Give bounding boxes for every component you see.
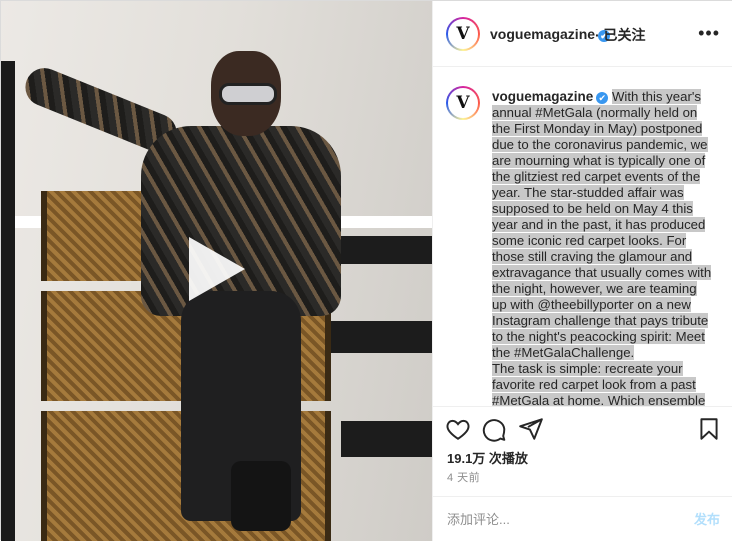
post-header: V voguemagazine ✔ · 已关注 ••• (433, 1, 732, 67)
follow-status[interactable]: · 已关注 (595, 25, 646, 45)
post-timestamp[interactable]: 4 天前 (447, 469, 480, 485)
caption-text: voguemagazine ✔ With this year's annual #… (492, 89, 712, 406)
post-dialog: V voguemagazine ✔ · 已关注 ••• V voguemagazi… (0, 0, 732, 541)
avatar-logo: V (456, 93, 470, 113)
action-bar: 19.1万 次播放 4 天前 (433, 406, 732, 496)
caption-username[interactable]: voguemagazine (492, 89, 593, 104)
stair-tread (331, 321, 432, 353)
share-icon[interactable] (518, 416, 544, 442)
view-count[interactable]: 19.1万 次播放 (447, 448, 528, 467)
post-comment-button[interactable]: 发布 (694, 509, 720, 528)
stair-tread (341, 421, 432, 457)
avatar-logo: V (456, 24, 470, 44)
post-sidebar: V voguemagazine ✔ · 已关注 ••• V voguemagazi… (432, 1, 732, 541)
caption-body: With this year's annual #MetGala (normal… (492, 89, 712, 360)
avatar[interactable]: V (446, 17, 480, 51)
stair-tread (331, 236, 432, 264)
person-boot (231, 461, 291, 531)
heart-icon[interactable] (445, 416, 471, 442)
username-text: voguemagazine (490, 26, 596, 42)
caption-avatar[interactable]: V (446, 86, 480, 120)
username-link[interactable]: voguemagazine ✔ (490, 26, 611, 42)
post-video[interactable] (1, 1, 432, 541)
more-options-icon[interactable]: ••• (698, 23, 720, 44)
play-icon[interactable] (189, 237, 245, 301)
bookmark-icon[interactable] (696, 416, 722, 442)
comment-icon[interactable] (481, 416, 507, 442)
caption-area: V voguemagazine ✔ With this year's annual… (433, 68, 732, 406)
comment-box: 发布 (433, 496, 732, 541)
verified-badge-icon: ✔ (596, 92, 609, 104)
comment-input[interactable] (447, 509, 677, 529)
person-glasses (219, 83, 277, 105)
stair-rail (1, 61, 15, 541)
caption-body-continued: The task is simple: recreate your favori… (492, 361, 706, 406)
